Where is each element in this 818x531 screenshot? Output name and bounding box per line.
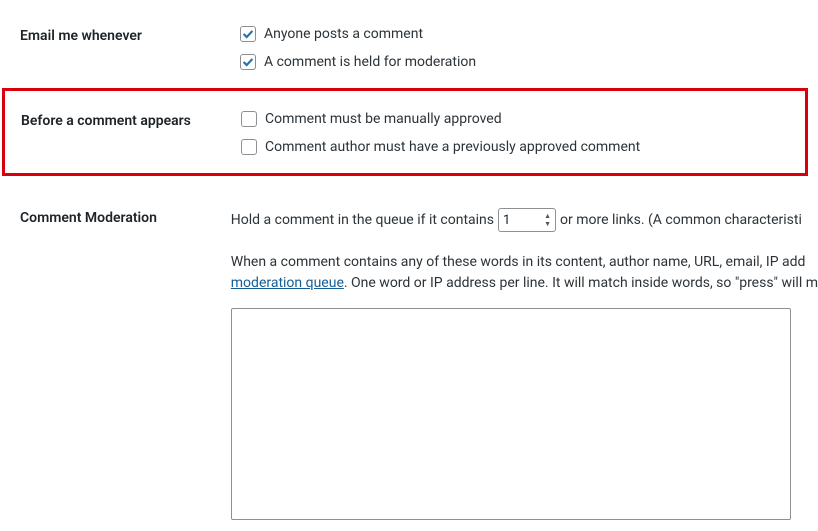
moderation-description: When a comment contains any of these wor… [231,252,818,294]
spinner-controls: ▲ ▼ [544,212,551,228]
link-count-value: 1 [503,213,544,228]
label-previously-approved[interactable]: Comment author must have a previously ap… [265,139,640,155]
paragraph-line1: When a comment contains any of these wor… [231,254,806,270]
before-comment-section: Before a comment appears Comment must be… [21,105,805,159]
hold-text-before: Hold a comment in the queue if it contai… [231,210,494,231]
email-me-options: Anyone posts a comment A comment is held… [240,20,818,82]
hold-text-after: or more links. (A common characteristi [560,210,802,231]
moderation-keywords-textarea[interactable] [231,308,791,520]
comment-moderation-label: Comment Moderation [20,202,231,226]
checkbox-previously-approved[interactable] [241,139,257,155]
option-held-moderation: A comment is held for moderation [240,54,818,70]
email-me-section: Email me whenever Anyone posts a comment… [0,0,818,82]
before-comment-label: Before a comment appears [21,105,241,129]
check-icon [241,27,255,41]
comment-moderation-section: Comment Moderation Hold a comment in the… [0,182,818,524]
spinner-down-icon[interactable]: ▼ [544,220,551,228]
before-comment-highlight: Before a comment appears Comment must be… [2,88,808,176]
checkbox-anyone-posts[interactable] [240,26,256,42]
email-me-label: Email me whenever [20,20,240,44]
check-icon [241,55,255,69]
checkbox-held-moderation[interactable] [240,54,256,70]
option-previously-approved: Comment author must have a previously ap… [241,139,805,155]
comment-moderation-content: Hold a comment in the queue if it contai… [231,202,818,524]
link-count-input[interactable]: 1 ▲ ▼ [498,208,556,232]
label-manually-approved[interactable]: Comment must be manually approved [265,111,502,127]
hold-comment-line: Hold a comment in the queue if it contai… [231,208,818,232]
before-comment-options: Comment must be manually approved Commen… [241,105,805,159]
option-manually-approved: Comment must be manually approved [241,111,805,127]
checkbox-manually-approved[interactable] [241,111,257,127]
label-anyone-posts[interactable]: Anyone posts a comment [264,26,423,42]
label-held-moderation[interactable]: A comment is held for moderation [264,54,476,70]
moderation-queue-link[interactable]: moderation queue [231,275,344,291]
spinner-up-icon[interactable]: ▲ [544,212,551,220]
paragraph-line2: . One word or IP address per line. It wi… [344,275,818,291]
option-anyone-posts: Anyone posts a comment [240,26,818,42]
